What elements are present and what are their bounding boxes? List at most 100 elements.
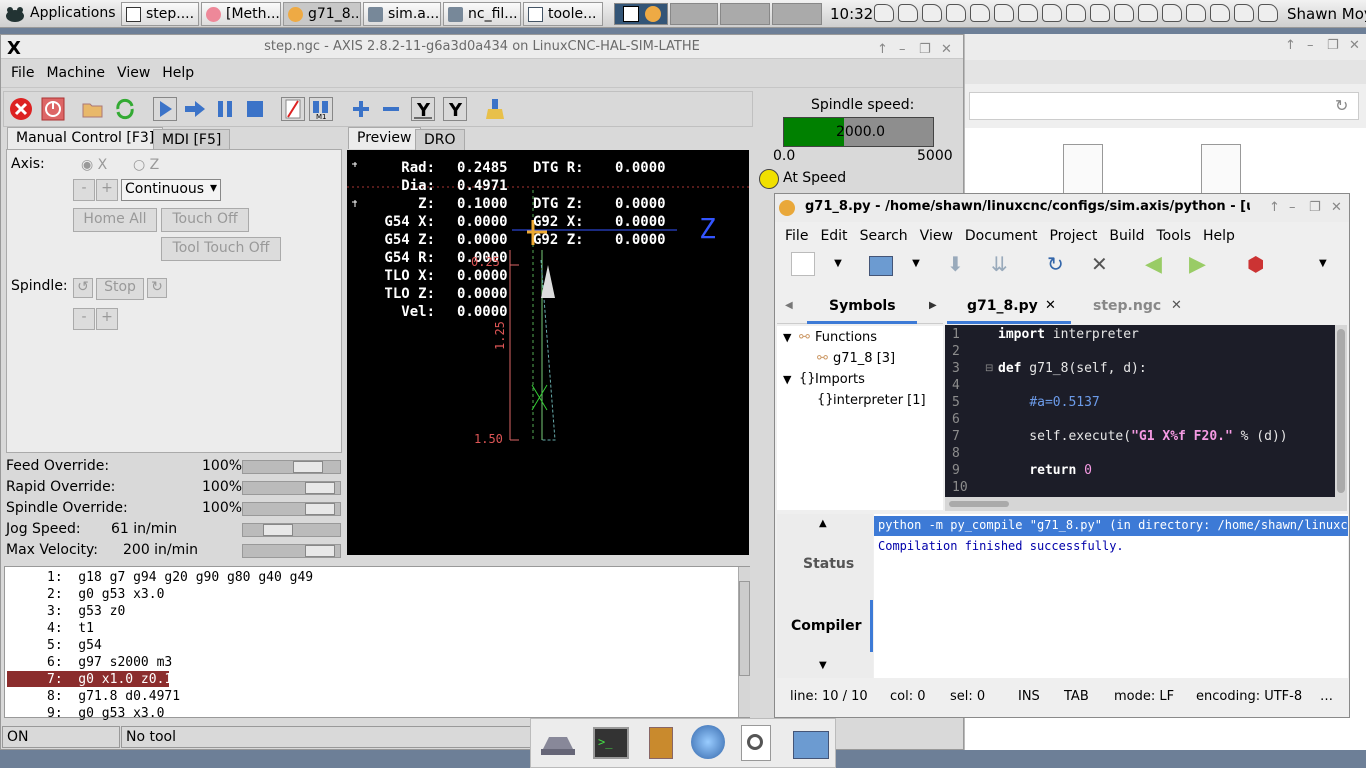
axis-x-radio[interactable]: ◉ X xyxy=(81,157,107,173)
spindle-override-slider[interactable] xyxy=(242,502,341,516)
tab-compiler[interactable]: Compiler xyxy=(791,618,862,634)
code-line[interactable]: self.execute("G1 X%f F20." % (d)) xyxy=(998,429,1287,444)
user-name[interactable]: Shawn Moy xyxy=(1287,5,1366,23)
network-icon[interactable] xyxy=(1258,4,1278,22)
network-icon[interactable] xyxy=(1234,4,1254,22)
zoom-in-button[interactable] xyxy=(349,97,373,121)
search-icon[interactable] xyxy=(741,725,771,761)
minimize-icon[interactable]: – xyxy=(1289,200,1296,215)
home-all-button[interactable]: Home All xyxy=(73,208,157,232)
editor-vscrollbar[interactable] xyxy=(1335,325,1347,497)
rapid-override-slider[interactable] xyxy=(242,481,341,495)
zoom-out-button[interactable] xyxy=(379,97,403,121)
gcode-line[interactable]: 1: g18 g7 g94 g20 g90 g80 g40 g49 xyxy=(47,570,313,585)
gcode-scrollbar[interactable] xyxy=(738,567,750,717)
compile-button[interactable]: ⬢ xyxy=(1247,252,1271,276)
editor-hscrollbar[interactable] xyxy=(945,497,1347,511)
power-button[interactable] xyxy=(41,97,65,121)
browser-icon[interactable] xyxy=(691,725,725,759)
view-y-button[interactable]: Y xyxy=(411,97,435,121)
jog-plus-button[interactable]: + xyxy=(96,179,118,201)
tool-touch-off-button[interactable]: Tool Touch Off xyxy=(161,237,281,261)
task-meth[interactable]: [Meth... xyxy=(201,2,281,26)
files-icon[interactable] xyxy=(649,727,673,759)
task-toolt[interactable]: toole... xyxy=(523,2,603,26)
close-tab-icon[interactable]: ✕ xyxy=(1171,298,1182,313)
maximize-icon[interactable]: ❐ xyxy=(919,38,931,62)
fold-marker-icon[interactable]: ⊟ xyxy=(985,363,993,374)
task-step[interactable]: step.... xyxy=(121,2,199,26)
minimize-icon[interactable]: – xyxy=(1307,38,1314,53)
location-bar[interactable] xyxy=(969,92,1359,120)
tab-prev-icon[interactable]: ◀ xyxy=(785,300,793,311)
jog-speed-slider[interactable] xyxy=(242,523,341,537)
close-icon[interactable]: ✕ xyxy=(1331,200,1342,215)
network-icon[interactable] xyxy=(874,4,894,22)
network-icon[interactable] xyxy=(539,729,575,757)
menu-project[interactable]: Project xyxy=(1043,222,1103,250)
code-line[interactable]: def g71_8(self, d): xyxy=(998,361,1147,376)
preview-canvas[interactable]: Rad: 0.2485 DTG R: 0.0000 Dia: 0.4971 Z: 0.1000… xyxy=(347,150,749,555)
file-icon[interactable] xyxy=(1201,144,1241,194)
network-icon[interactable] xyxy=(922,4,942,22)
task-sim[interactable]: sim.a... xyxy=(363,2,441,26)
tab-symbols[interactable]: Symbols xyxy=(829,298,896,314)
shade-icon[interactable]: ↑ xyxy=(1269,200,1280,215)
save-button[interactable]: ⬇ xyxy=(947,252,971,276)
jog-mode-select[interactable]: Continuous ▾ xyxy=(121,179,221,201)
gcode-line[interactable]: 5: g54 xyxy=(47,638,102,653)
tab-next-icon[interactable]: ▶ xyxy=(929,300,937,311)
tab-mdi[interactable]: MDI [F5] xyxy=(153,129,231,151)
gcode-line[interactable]: 2: g0 g53 x3.0 xyxy=(47,587,164,602)
revert-button[interactable]: ↻ xyxy=(1047,252,1071,276)
network-icon[interactable] xyxy=(1162,4,1182,22)
clock[interactable]: 10:32 xyxy=(830,5,873,23)
touch-off-button[interactable]: Touch Off xyxy=(161,208,249,232)
step-button[interactable] xyxy=(183,97,207,121)
network-icon[interactable] xyxy=(1114,4,1134,22)
tab-dro[interactable]: DRO xyxy=(415,129,465,151)
workspace-2[interactable] xyxy=(670,3,718,25)
spindle-stop-button[interactable]: Stop xyxy=(96,278,144,300)
folder-icon[interactable] xyxy=(793,731,829,759)
jog-minus-button[interactable]: - xyxy=(73,179,95,201)
menu-machine[interactable]: Machine xyxy=(40,59,111,87)
maximize-icon[interactable]: ❐ xyxy=(1327,38,1339,53)
slider-handle[interactable] xyxy=(304,482,335,494)
network-icon[interactable] xyxy=(1090,4,1110,22)
axis-z-radio[interactable]: ○ Z xyxy=(133,157,159,173)
block-delete-button[interactable] xyxy=(281,97,305,121)
network-icon[interactable] xyxy=(898,4,918,22)
network-icon[interactable] xyxy=(1018,4,1038,22)
open-file-button[interactable] xyxy=(869,256,893,276)
open-dropdown[interactable]: ▼ xyxy=(909,252,923,276)
gcode-listing[interactable]: 1: g18 g7 g94 g20 g90 g80 g40 g49 2: g0 … xyxy=(4,566,750,721)
terminal-icon[interactable]: >_ xyxy=(593,727,629,759)
menu-search[interactable]: Search xyxy=(854,222,914,250)
network-icon[interactable] xyxy=(1138,4,1158,22)
workspace-3[interactable] xyxy=(720,3,770,25)
shade-icon[interactable]: ↑ xyxy=(877,38,888,62)
tab-preview[interactable]: Preview xyxy=(348,127,421,149)
menu-document[interactable]: Document xyxy=(959,222,1044,250)
reload-icon[interactable]: ↻ xyxy=(1335,96,1348,115)
gcode-line[interactable]: 9: g0 g53 x3.0 xyxy=(47,706,164,721)
menu-view[interactable]: View xyxy=(111,59,156,87)
spindle-forward-button[interactable]: ↻ xyxy=(147,278,167,298)
menu-help[interactable]: Help xyxy=(156,59,200,87)
network-icon[interactable] xyxy=(970,4,990,22)
network-icon[interactable] xyxy=(946,4,966,22)
tree-functions[interactable]: Functions xyxy=(815,330,877,345)
scrollbar-thumb[interactable] xyxy=(739,581,750,676)
slider-handle[interactable] xyxy=(304,503,335,515)
network-icon[interactable] xyxy=(1186,4,1206,22)
gcode-line-current[interactable]: 7: g0 x1.0 z0.1 xyxy=(47,672,172,687)
forward-button[interactable]: ▶ xyxy=(1189,252,1213,277)
workspace-1[interactable] xyxy=(614,3,668,25)
file-icon[interactable] xyxy=(1063,144,1103,194)
reload-button[interactable] xyxy=(113,97,137,121)
compile-command[interactable]: python -m py_compile "g71_8.py" (in dire… xyxy=(878,518,1348,532)
menu-file[interactable]: File xyxy=(779,222,814,250)
menu-build[interactable]: Build xyxy=(1103,222,1150,250)
task-ncfiles[interactable]: nc_fil... xyxy=(443,2,521,26)
